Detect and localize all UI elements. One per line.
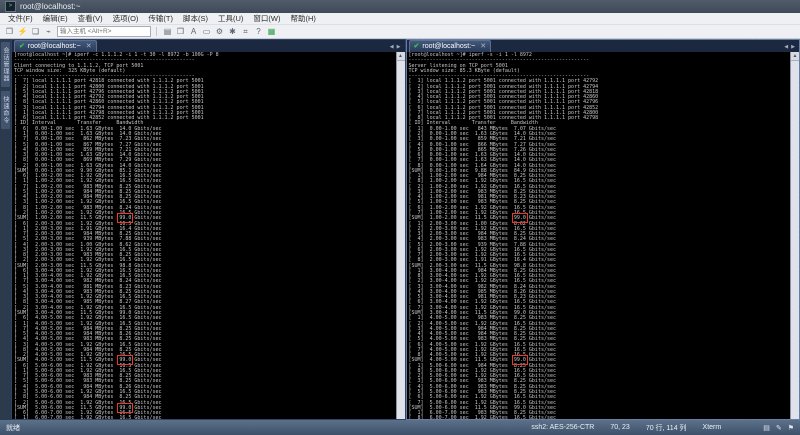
pane-tabbar: ✔ root@localhost:~ ✕ ◀ ▶ — [407, 40, 800, 52]
scrollbar[interactable]: ▲ — [790, 52, 799, 419]
host-input[interactable] — [57, 26, 151, 37]
new-session-icon[interactable]: ❐ — [4, 26, 15, 37]
terminal-tab[interactable]: ✔ root@localhost:~ ✕ — [409, 40, 492, 52]
window-title: root@localhost:~ — [20, 2, 80, 11]
pane-iperf-server: ✔ root@localhost:~ ✕ ◀ ▶ [root@localhost… — [406, 39, 800, 420]
sidebar-tab-quick-commands[interactable]: 快速命令 — [1, 91, 10, 129]
tools-icon[interactable]: ✱ — [227, 26, 238, 37]
reconnect-icon[interactable]: ⌁ — [43, 26, 54, 37]
connected-check-icon: ✔ — [414, 43, 420, 50]
terminal-client[interactable]: [root@localhost ~]# iperf -c 1.1.1.2 -i … — [12, 52, 396, 419]
window-titlebar: > root@localhost:~ — [0, 0, 800, 13]
session-flag-icon[interactable]: ⚑ — [788, 424, 794, 432]
help-icon[interactable]: ? — [253, 26, 264, 37]
session-sidebar: 会话管理器 快速命令 — [0, 39, 11, 420]
tab-close-icon[interactable]: ✕ — [86, 43, 92, 50]
pane-iperf-client: ✔ root@localhost:~ ✕ ◀ ▶ [root@localhost… — [11, 39, 406, 420]
find-icon[interactable]: A — [188, 26, 199, 37]
menu-item-6[interactable]: 工具(U) — [213, 13, 248, 24]
menu-item-1[interactable]: 编辑(E) — [38, 13, 73, 24]
status-terminal-size: 70 行, 114 列 — [646, 423, 687, 433]
sidebar-tab-session-manager[interactable]: 会话管理器 — [1, 42, 10, 87]
scroll-up-icon[interactable]: ▲ — [791, 52, 799, 60]
toolbar-separator — [156, 27, 157, 36]
duplicate-session-icon[interactable]: ❏ — [30, 26, 41, 37]
terminal-line: [ 1] 6.00-7.00 sec 1.92 GBytes 16.5 Gbit… — [14, 416, 396, 419]
menu-item-7[interactable]: 窗口(W) — [248, 13, 285, 24]
connected-check-icon: ✔ — [19, 43, 25, 50]
compose-icon[interactable]: ✎ — [776, 424, 782, 432]
toolbar: ❐⚡❏⌁ ▤❒A▭⚙✱⌗?▦ — [0, 25, 800, 39]
layout-icon[interactable]: ▤ — [763, 424, 770, 432]
print-icon[interactable]: ▭ — [201, 26, 212, 37]
main-area: 会话管理器 快速命令 ✔ root@localhost:~ ✕ ◀ ▶ [roo… — [0, 39, 800, 420]
menu-item-2[interactable]: 查看(V) — [73, 13, 108, 24]
tab-close-icon[interactable]: ✕ — [480, 43, 486, 50]
menubar: 文件(F)编辑(E)查看(V)选项(O)传输(T)脚本(S)工具(U)窗口(W)… — [0, 13, 800, 25]
settings-icon[interactable]: ⚙ — [214, 26, 225, 37]
terminal-tab-label: root@localhost:~ — [28, 43, 81, 50]
tab-scroll-left-icon[interactable]: ◀ — [390, 42, 394, 52]
scroll-up-icon[interactable]: ▲ — [397, 52, 405, 60]
menu-item-0[interactable]: 文件(F) — [3, 13, 38, 24]
status-terminal-type: Xterm — [703, 424, 722, 431]
scrollbar-thumb[interactable] — [791, 60, 799, 419]
tab-scroll-right-icon[interactable]: ▶ — [791, 42, 795, 52]
scrollbar[interactable]: ▲ — [396, 52, 405, 419]
menu-item-4[interactable]: 传输(T) — [143, 13, 178, 24]
menu-item-5[interactable]: 脚本(S) — [178, 13, 213, 24]
pane-tabbar: ✔ root@localhost:~ ✕ ◀ ▶ — [12, 40, 405, 52]
connect-icon[interactable]: ⚡ — [17, 26, 28, 37]
menu-item-3[interactable]: 选项(O) — [108, 13, 144, 24]
terminal-tab-label: root@localhost:~ — [422, 43, 475, 50]
keyboard-icon[interactable]: ⌗ — [240, 26, 251, 37]
terminal-line: [ 8] 6.00-7.00 sec 1.92 GBytes 16.5 Gbit… — [409, 416, 791, 419]
status-encryption: ssh2: AES-256-CTR — [531, 424, 594, 431]
new-window-icon[interactable]: ❒ — [175, 26, 186, 37]
status-cursor-position: 70, 23 — [610, 424, 629, 431]
tab-scroll-right-icon[interactable]: ▶ — [397, 42, 401, 52]
tab-scroll-left-icon[interactable]: ◀ — [784, 42, 788, 52]
app-icon: > — [5, 1, 16, 12]
terminal-server[interactable]: [root@localhost ~]# iperf -s -i 1 -l 897… — [407, 52, 791, 419]
menu-item-8[interactable]: 帮助(H) — [286, 13, 321, 24]
scrollbar-thumb[interactable] — [397, 60, 405, 419]
status-ready: 就绪 — [6, 423, 20, 433]
paste-icon[interactable]: ▤ — [162, 26, 173, 37]
xagent-icon[interactable]: ▦ — [266, 26, 277, 37]
terminal-tab[interactable]: ✔ root@localhost:~ ✕ — [14, 40, 97, 52]
